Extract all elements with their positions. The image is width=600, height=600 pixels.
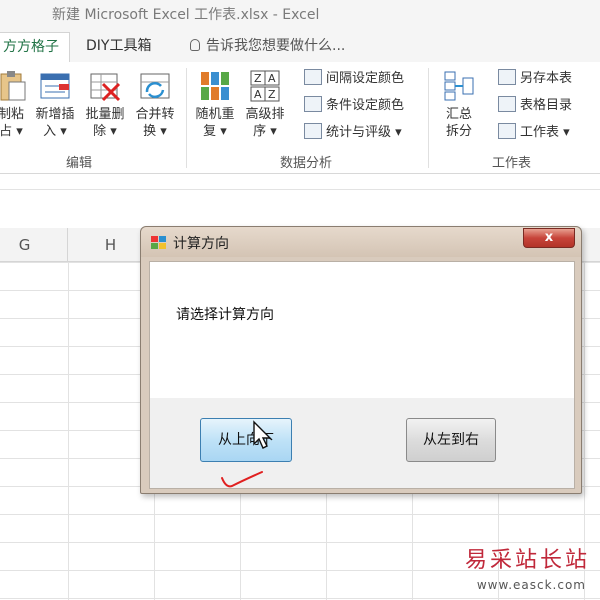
group-label-edit: 编辑 <box>66 156 93 171</box>
save-copy-button[interactable]: 另存本表 <box>498 68 572 90</box>
random-repeat-label-1: 随机重 <box>195 107 235 122</box>
group-separator <box>428 68 429 168</box>
interval-color-button[interactable]: 间隔设定颜色 <box>304 68 404 90</box>
watermark-name: 易采站长站 <box>464 548 590 573</box>
sheet-index-label: 表格目录 <box>520 98 573 113</box>
random-repeat-button[interactable]: 随机重 复 ▾ <box>190 66 240 140</box>
stats-rating-button[interactable]: 统计与评级 ▾ <box>304 122 402 144</box>
summary-split-label-2: 拆分 <box>445 124 472 139</box>
ribbon-panel: 制粘 占 ▾ 新增插 入 ▾ 批量删 除 ▾ 合并转 换 ▾ 编辑 随机重 复 … <box>0 62 600 174</box>
svg-text:Z: Z <box>268 88 276 101</box>
ribbon-tabs: 方方格子 DIY工具箱 告诉我您想要做什么... <box>0 28 600 62</box>
window-titlebar: 新建 Microsoft Excel 工作表.xlsx - Excel <box>0 0 600 28</box>
save-copy-label: 另存本表 <box>520 71 573 86</box>
tell-me-text: 告诉我您想要做什么... <box>206 38 346 54</box>
interval-color-icon <box>304 69 322 85</box>
sort-az-icon: ZAAZ <box>249 70 281 102</box>
sheet-index-button[interactable]: 表格目录 <box>498 95 572 117</box>
conditional-color-button[interactable]: 条件设定颜色 <box>304 95 404 117</box>
copy-paste-label-2: 占 ▾ <box>0 124 23 139</box>
tab-fangfangezi[interactable]: 方方格子 <box>0 32 70 62</box>
window-title: 新建 Microsoft Excel 工作表.xlsx - Excel <box>52 7 320 23</box>
advanced-sort-label-1: 高级排 <box>245 107 285 122</box>
interval-color-label: 间隔设定颜色 <box>326 71 405 86</box>
merge-convert-icon <box>139 70 171 102</box>
mouse-cursor-icon <box>253 420 272 449</box>
summary-split-label-1: 汇总 <box>445 107 472 122</box>
formula-bar-area <box>0 174 600 190</box>
advanced-sort-label-2: 序 ▾ <box>253 124 277 139</box>
dialog-titlebar[interactable]: 计算方向 x <box>141 227 581 257</box>
merge-convert-button[interactable]: 合并转 换 ▾ <box>130 66 180 140</box>
group-label-analysis: 数据分析 <box>280 156 333 171</box>
new-insert-label-2: 入 ▾ <box>43 124 67 139</box>
watermark-url: www.easck.com <box>476 578 586 592</box>
stats-rating-label: 统计与评级 ▾ <box>326 125 402 140</box>
copy-paste-label-1: 制粘 <box>0 107 24 122</box>
merge-convert-label-2: 换 ▾ <box>143 124 167 139</box>
dialog-message: 请选择计算方向 <box>176 307 274 323</box>
insert-rows-icon <box>39 70 71 102</box>
conditional-color-label: 条件设定颜色 <box>326 98 405 113</box>
app-icon <box>151 235 167 249</box>
top-down-button[interactable]: 从上向下 <box>200 418 292 462</box>
close-icon: x <box>544 230 554 245</box>
close-button[interactable]: x <box>523 228 575 248</box>
merge-convert-label-1: 合并转 <box>135 107 175 122</box>
worksheet-label: 工作表 ▾ <box>520 125 570 140</box>
summary-split-icon <box>443 70 475 102</box>
clipboard-icon <box>0 70 27 102</box>
summary-split-button[interactable]: 汇总 拆分 <box>434 66 484 140</box>
random-blocks-icon <box>199 70 231 102</box>
annotation-tick-icon <box>221 471 263 488</box>
dialog-message-area: 请选择计算方向 <box>150 262 574 398</box>
dialog-title: 计算方向 <box>173 236 229 252</box>
calc-direction-dialog: 计算方向 x 请选择计算方向 从上向下 从左到右 <box>140 226 582 494</box>
new-insert-label-1: 新增插 <box>35 107 75 122</box>
group-label-sheet: 工作表 <box>492 156 532 171</box>
random-repeat-label-2: 复 ▾ <box>203 124 227 139</box>
dialog-body: 请选择计算方向 从上向下 从左到右 <box>149 261 575 489</box>
save-sheet-icon <box>498 69 516 85</box>
delete-grid-icon <box>89 70 121 102</box>
lightbulb-icon <box>190 39 200 51</box>
worksheet-icon <box>498 123 516 139</box>
conditional-color-icon <box>304 96 322 112</box>
group-separator <box>186 68 187 168</box>
batch-delete-button[interactable]: 批量删 除 ▾ <box>80 66 130 140</box>
worksheet-menu-button[interactable]: 工作表 ▾ <box>498 122 570 144</box>
column-header-g[interactable]: G <box>0 228 68 262</box>
sheet-index-icon <box>498 96 516 112</box>
left-right-button[interactable]: 从左到右 <box>406 418 496 462</box>
tab-diy-toolbox[interactable]: DIY工具箱 <box>86 32 151 62</box>
svg-text:Z: Z <box>254 72 262 85</box>
svg-text:A: A <box>254 88 262 101</box>
new-insert-button[interactable]: 新增插 入 ▾ <box>30 66 80 140</box>
batch-delete-label-1: 批量删 <box>85 107 125 122</box>
stats-rating-icon <box>304 123 322 139</box>
tell-me-search[interactable]: 告诉我您想要做什么... <box>190 32 345 62</box>
advanced-sort-button[interactable]: ZAAZ 高级排 序 ▾ <box>240 66 290 140</box>
svg-text:A: A <box>268 72 276 85</box>
batch-delete-label-2: 除 ▾ <box>93 124 117 139</box>
